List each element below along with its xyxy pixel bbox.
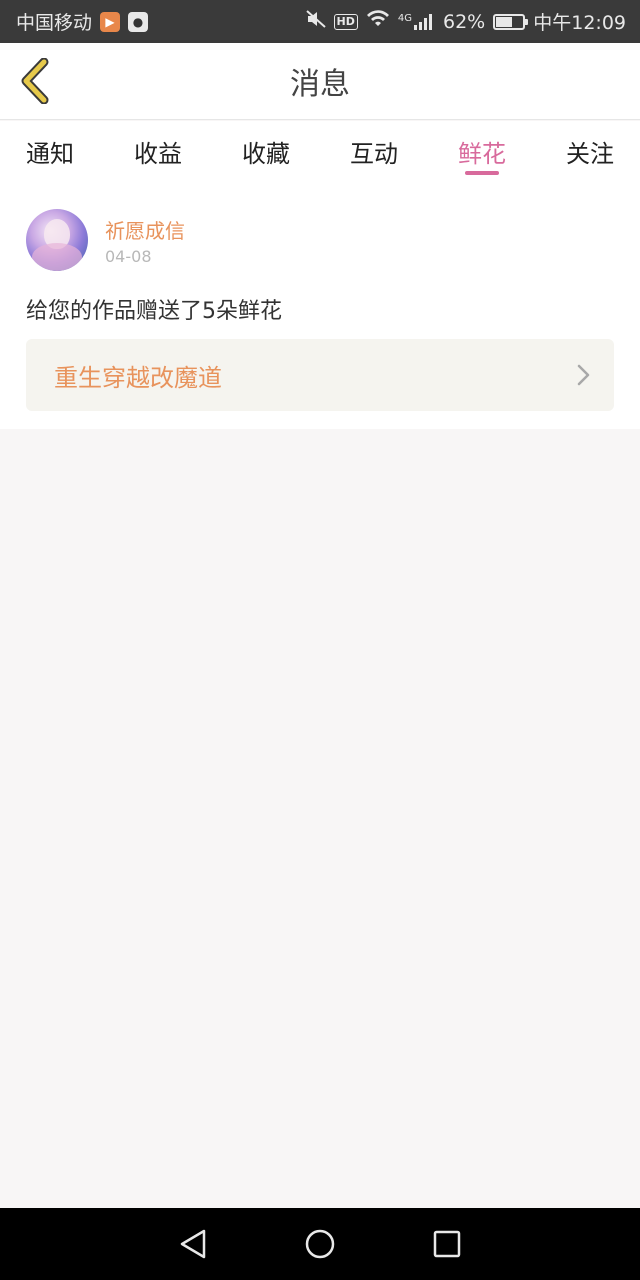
chevron-right-icon (577, 364, 590, 386)
hd-icon: HD (333, 13, 358, 30)
active-tab-indicator (465, 171, 499, 175)
tab-notifications[interactable]: 通知 (26, 121, 74, 181)
triangle-back-icon (181, 1229, 206, 1259)
tab-label: 关注 (566, 139, 614, 168)
carrier-label: 中国移动 (16, 12, 93, 34)
wifi-icon (366, 10, 390, 33)
header: 消息 (0, 43, 640, 120)
system-home-button[interactable] (300, 1224, 340, 1264)
mute-icon (305, 10, 326, 33)
work-title: 重生穿越改魔道 (54, 363, 222, 392)
tab-label: 通知 (26, 139, 74, 168)
status-bar-right: HD 4G 62% 中午12:09 (305, 8, 626, 35)
tab-favorites[interactable]: 收藏 (242, 121, 290, 181)
battery-icon (493, 13, 529, 30)
battery-level (496, 16, 512, 27)
square-recents-icon (433, 1230, 460, 1258)
tab-label: 互动 (350, 139, 398, 168)
status-bar-left: 中国移动 ▶ ● (16, 8, 149, 35)
avatar[interactable] (26, 209, 88, 271)
signal-icon: 4G (398, 13, 435, 31)
tab-bar: 通知 收益 收藏 互动 鲜花 关注 (0, 121, 640, 181)
system-nav-bar (0, 1208, 640, 1280)
tab-following[interactable]: 关注 (566, 121, 614, 181)
video-app-icon: ▶ (100, 11, 121, 32)
system-recents-button[interactable] (427, 1224, 467, 1264)
paw-app-icon: ● (128, 11, 149, 32)
work-link[interactable]: 重生穿越改魔道 (26, 339, 614, 411)
back-button[interactable] (14, 57, 54, 105)
sender-name[interactable]: 祈愿成信 (105, 215, 185, 244)
network-type-label: 4G (397, 12, 412, 24)
status-bar: 中国移动 ▶ ● HD 4G 62% 中午12:09 (0, 0, 640, 43)
tab-label: 鲜花 (458, 139, 506, 168)
page-title: 消息 (290, 67, 350, 102)
tab-flowers[interactable]: 鲜花 (458, 121, 506, 181)
tab-interactions[interactable]: 互动 (350, 121, 398, 181)
tab-label: 收益 (134, 139, 182, 168)
system-back-button[interactable] (173, 1224, 213, 1264)
battery-percent: 62% (443, 10, 486, 33)
tab-earnings[interactable]: 收益 (134, 121, 182, 181)
message-date: 04-08 (105, 247, 152, 266)
clock: 中午12:09 (533, 12, 626, 34)
message-text: 给您的作品赠送了5朵鲜花 (26, 299, 282, 324)
tab-label: 收藏 (242, 139, 290, 168)
circle-home-icon (305, 1229, 335, 1259)
message-card: 祈愿成信 04-08 给您的作品赠送了5朵鲜花 重生穿越改魔道 (0, 181, 640, 429)
chevron-left-icon (21, 58, 49, 104)
